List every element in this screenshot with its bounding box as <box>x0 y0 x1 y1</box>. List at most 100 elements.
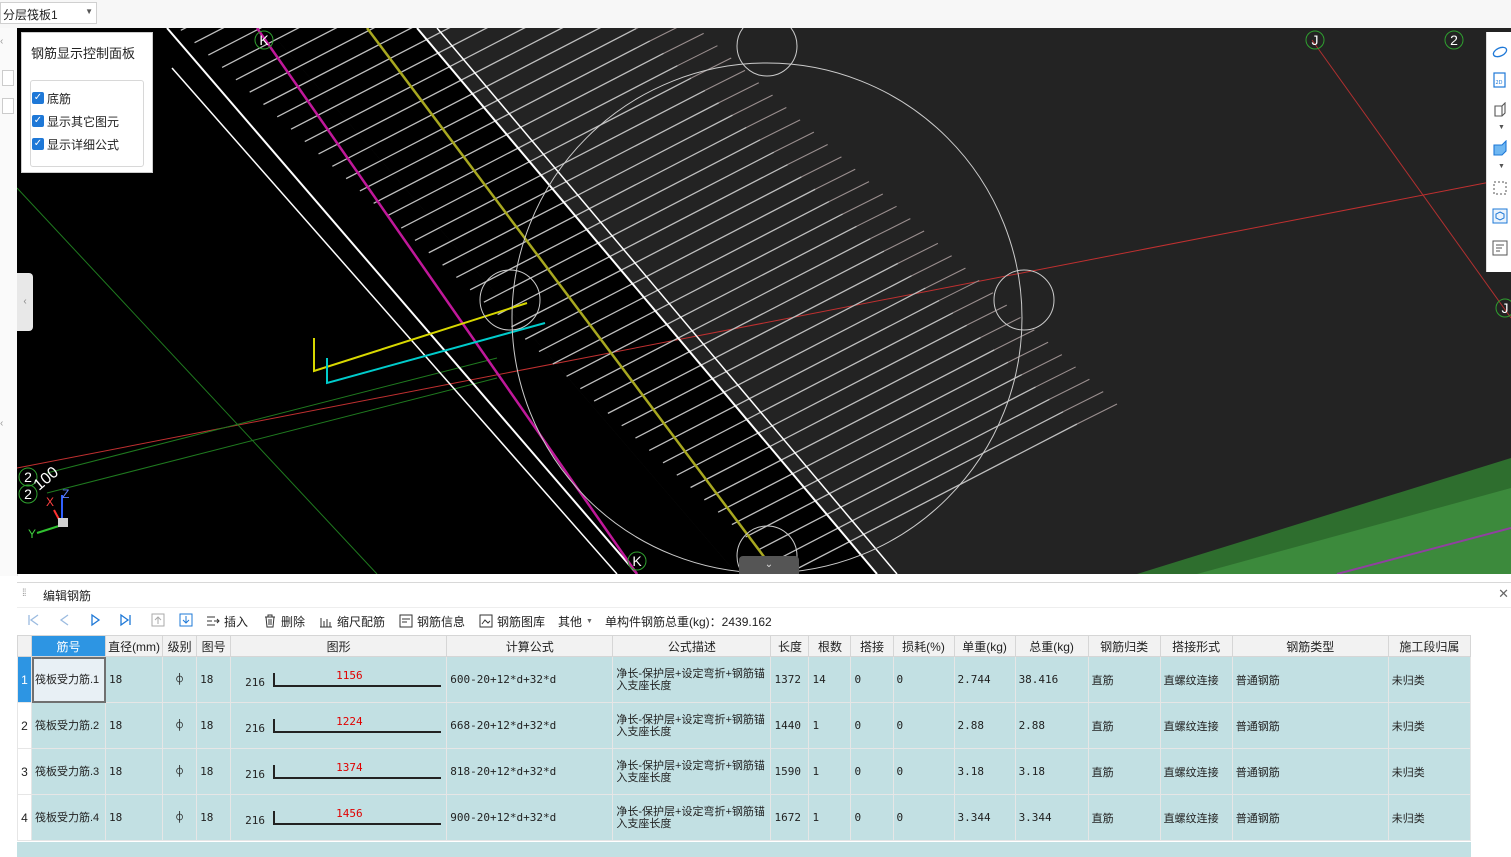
formula-cell[interactable]: 668-20+12*d+32*d <box>446 702 614 749</box>
bar-name-cell[interactable]: 筏板受力筋.1 <box>30 656 107 703</box>
grade-cell[interactable]: ⌽ <box>162 748 198 795</box>
figure-no-cell[interactable]: 18 <box>196 702 232 749</box>
figure-no-cell[interactable]: 18 <box>196 748 232 795</box>
formula-desc-cell[interactable]: 净长-保护层+设定弯折+钢筋锚入支座长度 <box>612 794 772 841</box>
shape-cell[interactable]: 216 1374 <box>230 748 448 795</box>
table-row[interactable]: 3 筏板受力筋.3 18 ⌽ 18 216 1374 818-20+12*d+32*d 净长-保… <box>17 748 1472 795</box>
unit-weight-cell[interactable]: 2.88 <box>953 702 1016 749</box>
first-record-icon[interactable] <box>25 612 41 628</box>
last-record-icon[interactable] <box>118 612 134 628</box>
move-up-icon[interactable] <box>150 612 166 628</box>
cube-view-icon[interactable] <box>1492 102 1508 118</box>
shape-cell[interactable]: 216 1156 <box>230 656 448 703</box>
count-cell[interactable]: 1 <box>808 748 852 795</box>
figure-no-cell[interactable]: 18 <box>196 794 232 841</box>
previous-record-icon[interactable] <box>57 612 73 628</box>
table-row[interactable]: 2 筏板受力筋.2 18 ⌽ 18 216 1224 668-20+12*d+32*d 净长-保… <box>17 702 1472 749</box>
panel-handle[interactable] <box>2 70 14 86</box>
formula-desc-cell[interactable]: 净长-保护层+设定弯折+钢筋锚入支座长度 <box>612 702 772 749</box>
diameter-cell[interactable]: 18 <box>105 794 164 841</box>
option-show-other-elements[interactable]: ✓ 显示其它图元 <box>32 112 119 130</box>
loss-cell[interactable]: 0 <box>892 656 955 703</box>
bar-type-cell[interactable]: 普通钢筋 <box>1231 794 1389 841</box>
row-number[interactable]: 2 <box>17 702 32 749</box>
count-cell[interactable]: 14 <box>808 656 852 703</box>
lap-cell[interactable]: 0 <box>850 656 894 703</box>
checkbox-checked-icon[interactable]: ✓ <box>32 115 44 127</box>
lap-cell[interactable]: 0 <box>850 702 894 749</box>
total-weight-cell[interactable]: 3.344 <box>1014 794 1089 841</box>
row-number[interactable]: 3 <box>17 748 32 795</box>
column-header[interactable]: 长度 <box>770 635 810 657</box>
option-show-detail-formula[interactable]: ✓ 显示详细公式 <box>32 135 119 153</box>
column-header[interactable]: 直径(mm) <box>105 635 164 657</box>
segment-cell[interactable]: 未归类 <box>1387 794 1472 841</box>
length-cell[interactable]: 1590 <box>770 748 810 795</box>
move-down-icon[interactable] <box>178 612 194 628</box>
segment-cell[interactable]: 未归类 <box>1387 656 1472 703</box>
length-cell[interactable]: 1672 <box>770 794 810 841</box>
unit-weight-cell[interactable]: 2.744 <box>953 656 1016 703</box>
rebar-scene[interactable]: KKJ 2J22100XYZ <box>17 28 1511 574</box>
formula-cell[interactable]: 600-20+12*d+32*d <box>446 656 614 703</box>
close-icon[interactable]: ✕ <box>1498 586 1509 602</box>
diameter-cell[interactable]: 18 <box>105 656 164 703</box>
2d-view-icon[interactable]: 2D <box>1492 72 1508 88</box>
grade-cell[interactable]: ⌽ <box>162 656 198 703</box>
column-header[interactable]: 单重(kg) <box>953 635 1016 657</box>
column-header[interactable]: 图形 <box>230 635 448 657</box>
bar-name-cell[interactable]: 筏板受力筋.2 <box>30 702 107 749</box>
chevron-down-icon[interactable]: ⌄ <box>739 556 799 574</box>
loss-cell[interactable]: 0 <box>892 748 955 795</box>
lap-type-cell[interactable]: 直螺纹连接 <box>1159 748 1233 795</box>
count-cell[interactable]: 1 <box>808 794 852 841</box>
lap-cell[interactable]: 0 <box>850 794 894 841</box>
category-cell[interactable]: 直筋 <box>1087 794 1161 841</box>
checkbox-checked-icon[interactable]: ✓ <box>32 138 44 150</box>
column-header[interactable]: 总重(kg) <box>1014 635 1089 657</box>
unit-weight-cell[interactable]: 3.18 <box>953 748 1016 795</box>
orbit-icon[interactable] <box>1492 44 1508 60</box>
shape-cell[interactable]: 216 1224 <box>230 702 448 749</box>
panel-handle[interactable] <box>2 98 14 114</box>
3d-box-icon[interactable] <box>1492 208 1508 224</box>
column-header[interactable]: 公式描述 <box>612 635 772 657</box>
segment-cell[interactable]: 未归类 <box>1387 748 1472 795</box>
chevron-left-icon[interactable]: ‹ <box>0 36 3 47</box>
bar-type-cell[interactable]: 普通钢筋 <box>1231 702 1389 749</box>
column-header[interactable]: 施工段归属 <box>1387 635 1472 657</box>
column-header[interactable]: 搭接形式 <box>1159 635 1233 657</box>
segment-cell[interactable]: 未归类 <box>1387 702 1472 749</box>
checkbox-checked-icon[interactable]: ✓ <box>32 92 44 104</box>
select-box-icon[interactable] <box>1492 180 1508 196</box>
insert-button[interactable]: 插入 <box>206 612 248 630</box>
column-header[interactable]: 级别 <box>162 635 198 657</box>
next-record-icon[interactable] <box>87 612 103 628</box>
table-row[interactable]: 4 筏板受力筋.4 18 ⌽ 18 216 1456 900-20+12*d+32*d 净长-保… <box>17 794 1472 841</box>
column-header[interactable]: 损耗(%) <box>892 635 955 657</box>
loss-cell[interactable]: 0 <box>892 702 955 749</box>
bar-name-cell[interactable]: 筏板受力筋.4 <box>30 794 107 841</box>
formula-cell[interactable]: 900-20+12*d+32*d <box>446 794 614 841</box>
column-header[interactable]: 图号 <box>196 635 232 657</box>
chevron-down-icon[interactable]: ▼ <box>1498 163 1505 170</box>
column-header[interactable]: 根数 <box>808 635 852 657</box>
column-header[interactable]: 计算公式 <box>446 635 614 657</box>
formula-desc-cell[interactable]: 净长-保护层+设定弯折+钢筋锚入支座长度 <box>612 748 772 795</box>
collapse-panel-tab[interactable]: ‹ <box>17 273 33 331</box>
list-settings-icon[interactable] <box>1492 240 1508 256</box>
bar-name-cell[interactable]: 筏板受力筋.3 <box>30 748 107 795</box>
column-header[interactable]: 筋号 <box>30 635 107 657</box>
count-cell[interactable]: 1 <box>808 702 852 749</box>
diameter-cell[interactable]: 18 <box>105 748 164 795</box>
lap-type-cell[interactable]: 直螺纹连接 <box>1159 794 1233 841</box>
category-cell[interactable]: 直筋 <box>1087 702 1161 749</box>
table-row[interactable]: 1 筏板受力筋.1 18 ⌽ 18 216 1156 600-20+12*d+32*d 净长-保… <box>17 656 1472 703</box>
other-menu[interactable]: 其他 ▼ <box>558 612 593 630</box>
scale-rebar-button[interactable]: 缩尺配筋 <box>319 612 385 630</box>
chevron-left-icon[interactable]: ‹ <box>0 418 3 429</box>
unit-weight-cell[interactable]: 3.344 <box>953 794 1016 841</box>
delete-button[interactable]: 删除 <box>263 612 305 630</box>
lap-type-cell[interactable]: 直螺纹连接 <box>1159 702 1233 749</box>
layer-select[interactable]: 分层筏板1 ▼ <box>0 2 97 24</box>
